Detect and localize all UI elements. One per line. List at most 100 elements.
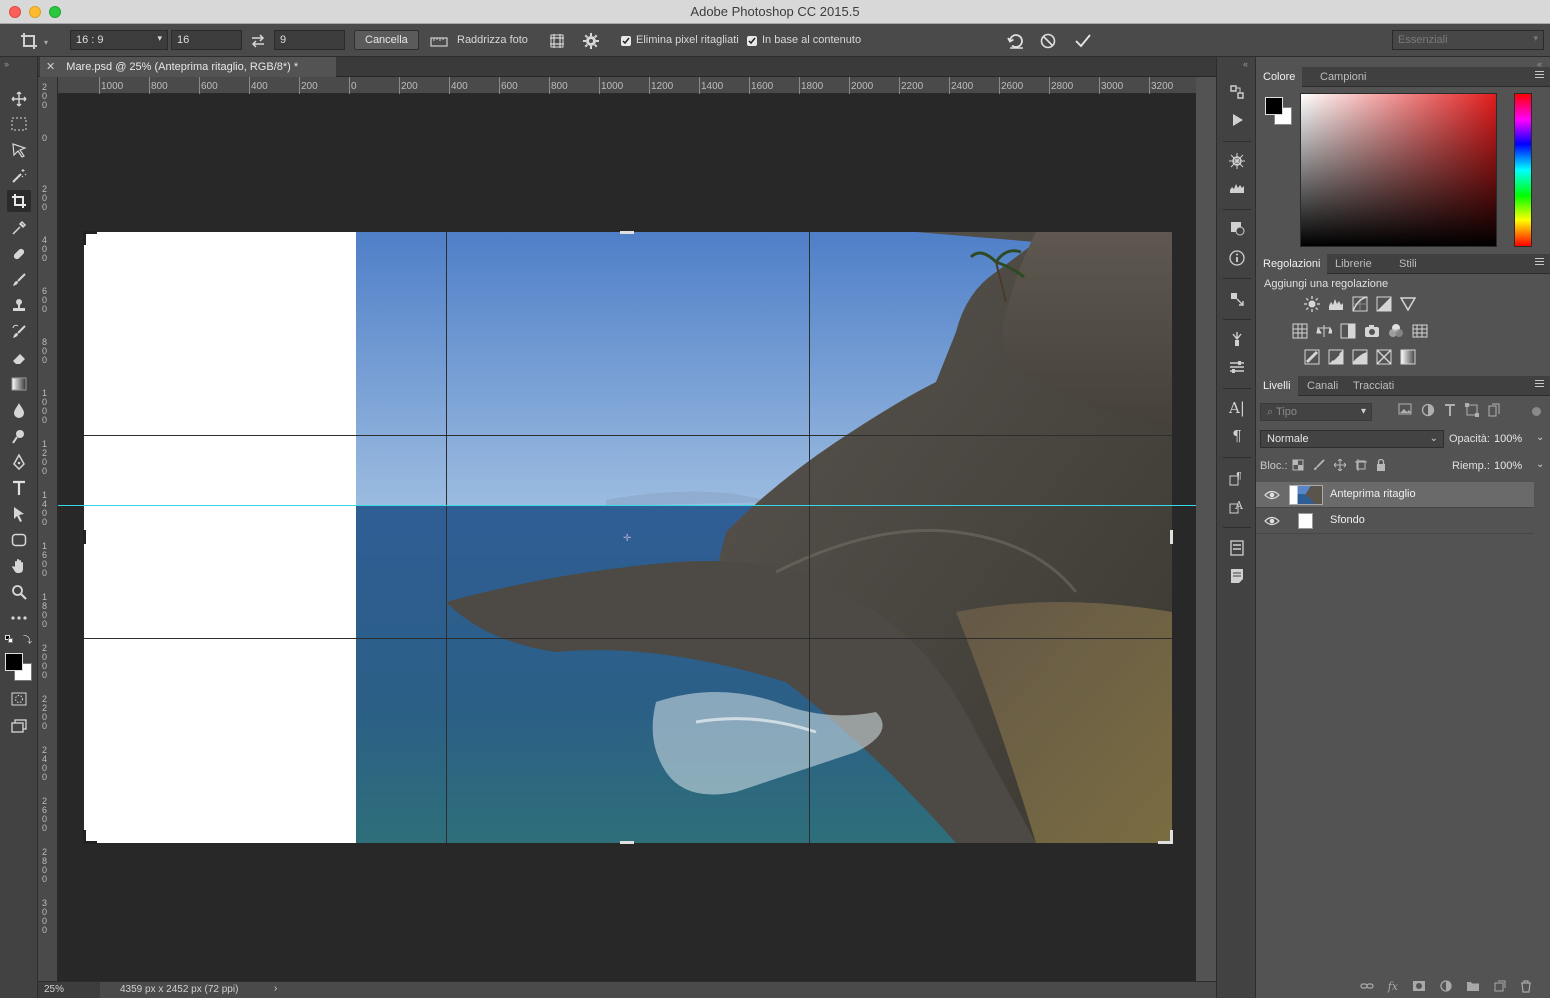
reset-crop-icon[interactable] bbox=[1005, 30, 1027, 52]
chevron-down-icon[interactable]: ⌄ bbox=[1536, 432, 1544, 443]
visibility-eye-icon[interactable] bbox=[1264, 489, 1280, 501]
filter-type-icon[interactable] bbox=[1444, 403, 1456, 417]
tool-presets-icon[interactable] bbox=[1226, 328, 1248, 350]
ratio-preset-select[interactable]: 16 : 9 ▾ bbox=[70, 30, 168, 50]
fill-value[interactable]: 100% bbox=[1494, 460, 1522, 472]
eraser-tool-icon[interactable] bbox=[7, 347, 31, 369]
panel-menu-icon[interactable] bbox=[1535, 380, 1544, 389]
brightness-icon[interactable] bbox=[1304, 296, 1320, 312]
delete-pixels-checkbox[interactable] bbox=[621, 36, 631, 46]
path-selection-tool-icon[interactable] bbox=[7, 503, 31, 525]
color-balance-icon[interactable] bbox=[1316, 323, 1332, 339]
add-mask-icon[interactable] bbox=[1412, 980, 1426, 992]
move-tool-icon[interactable] bbox=[7, 88, 31, 110]
levels-icon[interactable] bbox=[1328, 296, 1344, 312]
info-icon[interactable] bbox=[1226, 247, 1248, 269]
hand-tool-icon[interactable] bbox=[7, 555, 31, 577]
curves-icon[interactable] bbox=[1352, 296, 1368, 312]
crop-handle-bottom-right[interactable] bbox=[1170, 830, 1173, 844]
brush-presets-icon[interactable] bbox=[1226, 217, 1248, 239]
straighten-icon[interactable] bbox=[428, 30, 450, 52]
crop-tool-icon[interactable] bbox=[7, 190, 31, 212]
new-group-folder-icon[interactable] bbox=[1466, 980, 1480, 992]
filter-toggle-icon[interactable] bbox=[1532, 407, 1541, 416]
workspace-switcher[interactable]: Essenziali ▾ bbox=[1392, 30, 1544, 50]
preset-caret-icon[interactable]: ▾ bbox=[44, 38, 48, 47]
lock-all-icon[interactable] bbox=[1376, 459, 1386, 471]
straighten-label[interactable]: Raddrizza foto bbox=[457, 34, 528, 46]
new-layer-icon[interactable] bbox=[1494, 980, 1506, 992]
grid-overlay-icon[interactable] bbox=[546, 30, 568, 52]
color-lookup-icon[interactable] bbox=[1412, 323, 1428, 339]
layer-row[interactable]: Anteprima ritaglio bbox=[1256, 482, 1534, 508]
tab-regolazioni[interactable]: Regolazioni bbox=[1256, 254, 1328, 274]
layer-name[interactable]: Anteprima ritaglio bbox=[1330, 488, 1416, 500]
content-aware-label[interactable]: In base al contenuto bbox=[762, 34, 861, 46]
layer-comps-icon[interactable] bbox=[1226, 537, 1248, 559]
swap-colors-icon[interactable]: ⤵ bbox=[23, 633, 32, 646]
layer-row[interactable]: Sfondo bbox=[1256, 508, 1534, 534]
character-styles-icon[interactable]: A bbox=[1226, 495, 1248, 517]
navigator-icon[interactable] bbox=[1226, 150, 1248, 172]
crop-width-input[interactable]: 16 bbox=[171, 30, 242, 50]
marquee-tool-icon[interactable] bbox=[7, 113, 31, 135]
opacity-value[interactable]: 100% bbox=[1494, 433, 1522, 445]
tab-campioni[interactable]: Campioni bbox=[1313, 67, 1373, 87]
history-brush-tool-icon[interactable] bbox=[7, 321, 31, 343]
trash-icon[interactable] bbox=[1520, 980, 1532, 993]
paragraph-panel-icon[interactable]: ¶ bbox=[1226, 425, 1248, 447]
crop-handle-bottom[interactable] bbox=[620, 841, 634, 844]
collapse-panel-icon[interactable]: » bbox=[4, 59, 9, 69]
filter-shape-icon[interactable] bbox=[1465, 403, 1479, 417]
exposure-icon[interactable] bbox=[1376, 296, 1392, 312]
layer-style-fx-icon[interactable]: fx bbox=[1388, 980, 1398, 998]
selective-color-icon[interactable] bbox=[1376, 349, 1392, 365]
eyedropper-tool-icon[interactable] bbox=[7, 217, 31, 239]
foreground-color-swatch[interactable] bbox=[5, 653, 23, 671]
layer-filter-select[interactable]: ⌕ Tipo ▾ bbox=[1260, 403, 1372, 421]
tab-canali[interactable]: Canali bbox=[1300, 376, 1345, 396]
lasso-tool-icon[interactable] bbox=[7, 139, 31, 161]
delete-pixels-label[interactable]: Elimina pixel ritagliati bbox=[636, 34, 739, 46]
blur-tool-icon[interactable] bbox=[7, 399, 31, 421]
hue-slider[interactable] bbox=[1514, 93, 1532, 247]
notes-icon[interactable] bbox=[1226, 565, 1248, 587]
properties-icon[interactable] bbox=[1226, 356, 1248, 378]
filter-smart-object-icon[interactable] bbox=[1488, 403, 1500, 417]
color-picker-field[interactable] bbox=[1300, 93, 1497, 247]
crop-handle-left[interactable] bbox=[83, 530, 86, 544]
content-aware-checkbox[interactable] bbox=[747, 36, 757, 46]
history-panel-icon[interactable] bbox=[1226, 81, 1248, 103]
horizontal-ruler[interactable]: 1000 800 600 400 200 0 200 400 600 800 1000 1200 140… bbox=[58, 77, 1216, 94]
vertical-ruler[interactable]: 2 0 0 0 2 0 0 4 0 0 6 0 0 8 0 0 1 0 0 0 1 2 0 0… bbox=[38, 77, 58, 981]
horizontal-guide[interactable] bbox=[58, 505, 1196, 506]
collapse-dock-icon[interactable]: « bbox=[1243, 59, 1248, 69]
gradient-tool-icon[interactable] bbox=[7, 373, 31, 395]
gear-icon[interactable] bbox=[580, 30, 602, 52]
close-tab-icon[interactable]: ✕ bbox=[46, 61, 55, 73]
tab-stili[interactable]: Stili bbox=[1392, 254, 1424, 274]
tab-librerie[interactable]: Librerie bbox=[1328, 254, 1379, 274]
foreground-color-swatch[interactable] bbox=[1265, 97, 1283, 115]
photo-filter-icon[interactable] bbox=[1364, 323, 1380, 339]
document-tab[interactable]: ✕ Mare.psd @ 25% (Anteprima ritaglio, RG… bbox=[40, 57, 336, 77]
actions-play-icon[interactable] bbox=[1226, 109, 1248, 131]
tab-tracciati[interactable]: Tracciati bbox=[1346, 376, 1401, 396]
type-tool-icon[interactable] bbox=[7, 477, 31, 499]
dodge-tool-icon[interactable] bbox=[7, 425, 31, 447]
more-tools-icon[interactable] bbox=[7, 607, 31, 629]
panel-menu-icon[interactable] bbox=[1535, 71, 1544, 80]
panel-menu-icon[interactable] bbox=[1535, 258, 1544, 267]
pen-tool-icon[interactable] bbox=[7, 451, 31, 473]
clone-stamp-tool-icon[interactable] bbox=[7, 295, 31, 317]
hue-saturation-icon[interactable] bbox=[1292, 323, 1308, 339]
filter-adjustment-icon[interactable] bbox=[1421, 403, 1435, 417]
threshold-icon[interactable] bbox=[1352, 349, 1368, 365]
paragraph-styles-icon[interactable]: ¶ bbox=[1226, 467, 1248, 489]
invert-icon[interactable] bbox=[1304, 349, 1320, 365]
new-adjustment-layer-icon[interactable] bbox=[1440, 980, 1452, 992]
posterize-icon[interactable] bbox=[1328, 349, 1344, 365]
zoom-level-field[interactable]: 25% bbox=[38, 982, 100, 998]
clone-source-icon[interactable] bbox=[1226, 288, 1248, 310]
commit-crop-icon[interactable] bbox=[1072, 30, 1094, 52]
